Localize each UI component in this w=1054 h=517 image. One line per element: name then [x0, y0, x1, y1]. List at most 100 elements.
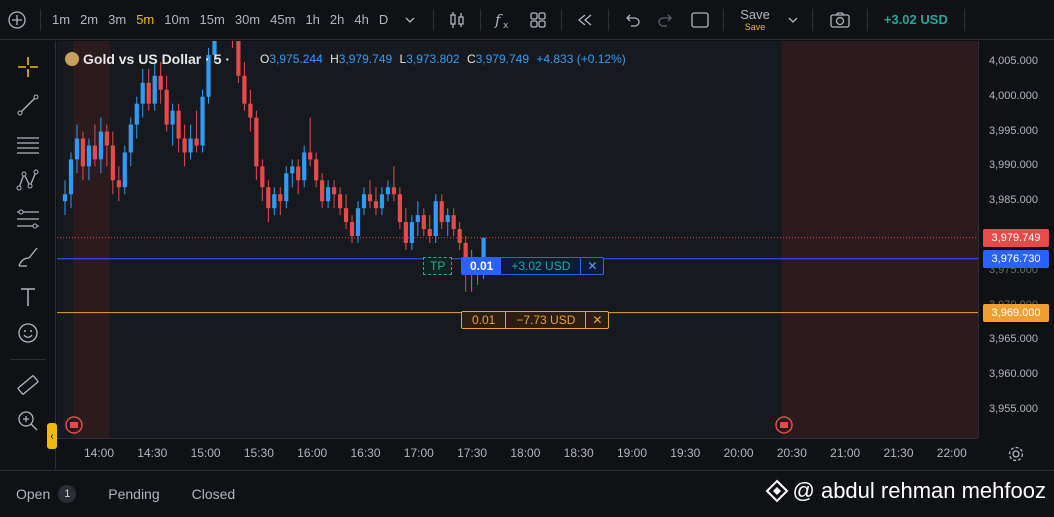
- time-tick: 21:00: [830, 446, 861, 460]
- price-tick: 3,955.000: [989, 403, 1038, 416]
- fib-retracement-icon[interactable]: [12, 203, 44, 235]
- time-tick: 16:00: [297, 446, 328, 460]
- candle-body: [110, 145, 115, 181]
- session-shade-pre: [73, 41, 110, 438]
- candle-body: [332, 187, 337, 195]
- time-tick: 18:30: [563, 446, 594, 460]
- timeframe-4h[interactable]: 4h: [349, 0, 373, 40]
- candles-chart-type-icon[interactable]: [440, 0, 474, 40]
- timeframe-D[interactable]: D: [374, 0, 393, 40]
- candle-body: [433, 201, 438, 237]
- high-label: H: [330, 52, 339, 66]
- candle-body: [367, 194, 373, 202]
- candle-body: [421, 215, 426, 230]
- candle-body: [403, 222, 408, 243]
- ruler-icon[interactable]: [12, 369, 44, 401]
- candle-body: [98, 131, 103, 160]
- candle-body: [409, 222, 414, 243]
- candle-body: [104, 131, 109, 146]
- candle-body: [290, 166, 295, 174]
- tab-pending-label: Pending: [108, 486, 160, 502]
- undo-icon[interactable]: [615, 0, 649, 40]
- price-axis[interactable]: 4,005.000 4,000.000 3,995.000 3,990.000 3,98…: [978, 41, 1054, 438]
- candle-body: [326, 187, 331, 202]
- toolbar-divider: [811, 8, 813, 31]
- time-tick: 20:00: [723, 446, 754, 460]
- save-button[interactable]: Save Save: [730, 0, 780, 40]
- time-tick: 14:00: [83, 446, 115, 460]
- timeframe-15m[interactable]: 15m: [195, 0, 230, 40]
- candle-body: [188, 138, 193, 153]
- candle-body: [314, 159, 319, 181]
- position-quantity: 0.01: [462, 258, 502, 274]
- candle-body: [254, 117, 259, 167]
- candle-body: [266, 187, 271, 209]
- timeframe-30m[interactable]: 30m: [230, 0, 265, 40]
- chart-settings-icon[interactable]: [978, 438, 1054, 469]
- time-tick: 14:30: [137, 446, 168, 460]
- horizontal-lines-icon[interactable]: [12, 129, 44, 161]
- add-symbol-icon[interactable]: [0, 0, 34, 40]
- cancel-order-icon[interactable]: ✕: [585, 312, 608, 328]
- toolbar-divider: [433, 8, 435, 31]
- symbol-title[interactable]: Gold vs US Dollar · 5 ·: [83, 51, 230, 67]
- layouts-grid-icon[interactable]: [521, 0, 555, 40]
- open-label: O: [260, 52, 270, 66]
- crosshair-icon[interactable]: [12, 51, 44, 83]
- candle-body: [242, 75, 247, 104]
- price-tick: 3,985.000: [989, 194, 1038, 207]
- candle-body: [427, 229, 432, 237]
- candle-body: [302, 152, 307, 181]
- candle-body: [170, 110, 175, 125]
- timeframe-10m[interactable]: 10m: [159, 0, 194, 40]
- indicators-fx-icon[interactable]: fx: [487, 0, 521, 40]
- timeframe-5m[interactable]: 5m: [131, 0, 159, 40]
- timeframe-1m[interactable]: 1m: [47, 0, 75, 40]
- candle-body: [349, 222, 355, 237]
- stop-order-label[interactable]: 0.01 −7.73 USD ✕: [461, 311, 610, 329]
- session-break-marker-bars: [70, 422, 78, 428]
- tab-open[interactable]: Open 1: [16, 485, 77, 503]
- timeframe-2h[interactable]: 2h: [325, 0, 349, 40]
- candle-body: [451, 215, 456, 230]
- timeframe-dropdown-icon[interactable]: [393, 0, 427, 40]
- timeframe-1h[interactable]: 1h: [300, 0, 324, 40]
- replay-rewind-icon[interactable]: [568, 0, 602, 40]
- time-tick: 18:00: [510, 446, 541, 460]
- brush-icon[interactable]: [12, 241, 44, 273]
- time-tick: 16:30: [350, 446, 381, 460]
- fullscreen-icon[interactable]: [683, 0, 717, 40]
- candle-body: [320, 180, 325, 202]
- candle-body: [140, 82, 145, 104]
- close-position-icon[interactable]: ✕: [580, 258, 603, 274]
- camera-snapshot-icon[interactable]: [819, 0, 861, 40]
- position-pnl: +3.02 USD: [511, 259, 571, 273]
- candle-body: [308, 152, 313, 160]
- price-chart[interactable]: Gold vs US Dollar · 5 · O3,975.244 H3,97…: [57, 41, 978, 438]
- save-dropdown-icon[interactable]: [780, 0, 806, 40]
- svg-text:f: f: [494, 11, 503, 29]
- timeframe-2m[interactable]: 2m: [75, 0, 103, 40]
- trend-line-icon[interactable]: [12, 89, 44, 121]
- price-tick: 3,965.000: [989, 333, 1038, 346]
- timeframe-3m[interactable]: 3m: [103, 0, 131, 40]
- time-axis[interactable]: 14:00 14:30 15:00 15:30 16:00 16:30 17:00 17:30…: [57, 438, 978, 469]
- candle-body: [457, 229, 462, 243]
- tab-closed[interactable]: Closed: [192, 486, 236, 502]
- zoom-in-icon[interactable]: [12, 405, 44, 437]
- account-pnl[interactable]: +3.02 USD: [874, 12, 958, 27]
- tab-pending[interactable]: Pending: [108, 486, 159, 502]
- open-position-label[interactable]: 0.01 +3.02 USD ✕: [461, 257, 605, 275]
- time-tick: 22:00: [936, 446, 967, 460]
- pattern-tool-icon[interactable]: [12, 165, 44, 197]
- collapse-toolbar-handle[interactable]: ‹: [47, 423, 57, 449]
- redo-icon[interactable]: [649, 0, 683, 40]
- emoji-icon[interactable]: [12, 317, 44, 349]
- timeframe-45m[interactable]: 45m: [265, 0, 300, 40]
- candle-body: [128, 124, 133, 153]
- text-tool-icon[interactable]: [12, 281, 44, 313]
- session-shade-post: [782, 41, 978, 438]
- close-value: 3,979.749: [475, 52, 529, 66]
- take-profit-tag[interactable]: TP: [423, 257, 453, 275]
- session-break-marker-bars: [780, 422, 788, 428]
